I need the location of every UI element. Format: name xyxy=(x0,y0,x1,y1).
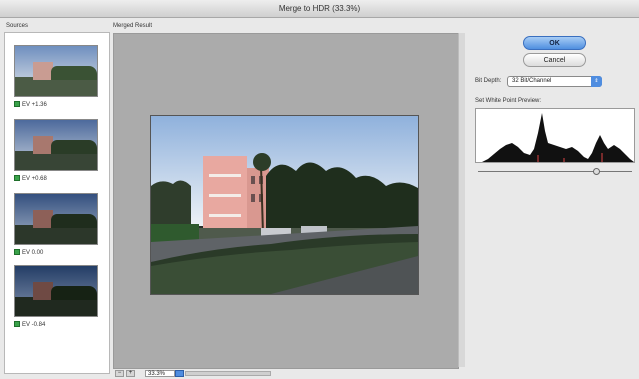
source-thumbnail[interactable] xyxy=(14,193,98,245)
source-item: EV +0.68 xyxy=(14,119,98,184)
source-checkbox[interactable] xyxy=(14,175,20,182)
zoom-control: − + 33.3% xyxy=(113,370,283,378)
dropdown-arrow-icon[interactable] xyxy=(175,370,184,377)
merged-result-label: Merged Result xyxy=(113,23,153,29)
source-ev-label: EV +1.36 xyxy=(22,102,47,108)
preview-scrollbar[interactable] xyxy=(458,33,465,367)
zoom-out-icon[interactable]: − xyxy=(115,370,124,377)
source-thumbnail[interactable] xyxy=(14,45,98,97)
source-checkbox[interactable] xyxy=(14,321,20,328)
source-checkbox[interactable] xyxy=(14,101,20,108)
sources-label: Sources xyxy=(6,23,29,29)
source-thumbnail[interactable] xyxy=(14,119,98,171)
source-thumbnail[interactable] xyxy=(14,265,98,317)
source-item: EV -0.84 xyxy=(14,265,98,330)
cancel-button[interactable]: Cancel xyxy=(523,53,586,67)
zoom-level-field[interactable]: 33.3% xyxy=(145,370,175,377)
bit-depth-value: 32 Bit/Channel xyxy=(512,78,552,84)
merged-hdr-image xyxy=(150,115,419,295)
sources-panel: EV +1.36 EV +0.68 EV 0.00 EV -0.84 xyxy=(4,32,110,374)
horizontal-scrollbar[interactable] xyxy=(185,371,271,376)
source-checkbox[interactable] xyxy=(14,249,20,256)
window-title: Merge to HDR (33.3%) xyxy=(0,0,639,18)
source-item: EV +1.36 xyxy=(14,45,98,110)
source-ev-label: EV +0.68 xyxy=(22,176,47,182)
source-item: EV 0.00 xyxy=(14,193,98,258)
histogram[interactable] xyxy=(475,108,635,163)
bit-depth-select[interactable]: 32 Bit/Channel ⇕ xyxy=(507,76,602,87)
source-ev-label: EV -0.84 xyxy=(22,322,46,328)
ok-button[interactable]: OK xyxy=(523,36,586,50)
white-point-label: Set White Point Preview: xyxy=(475,98,542,104)
updown-arrows-icon: ⇕ xyxy=(591,76,602,87)
zoom-in-icon[interactable]: + xyxy=(126,370,135,377)
white-point-slider[interactable] xyxy=(478,168,632,176)
bit-depth-label: Bit Depth: xyxy=(475,78,502,84)
slider-knob[interactable] xyxy=(593,168,600,175)
slider-track xyxy=(478,171,632,172)
source-ev-label: EV 0.00 xyxy=(22,250,44,256)
